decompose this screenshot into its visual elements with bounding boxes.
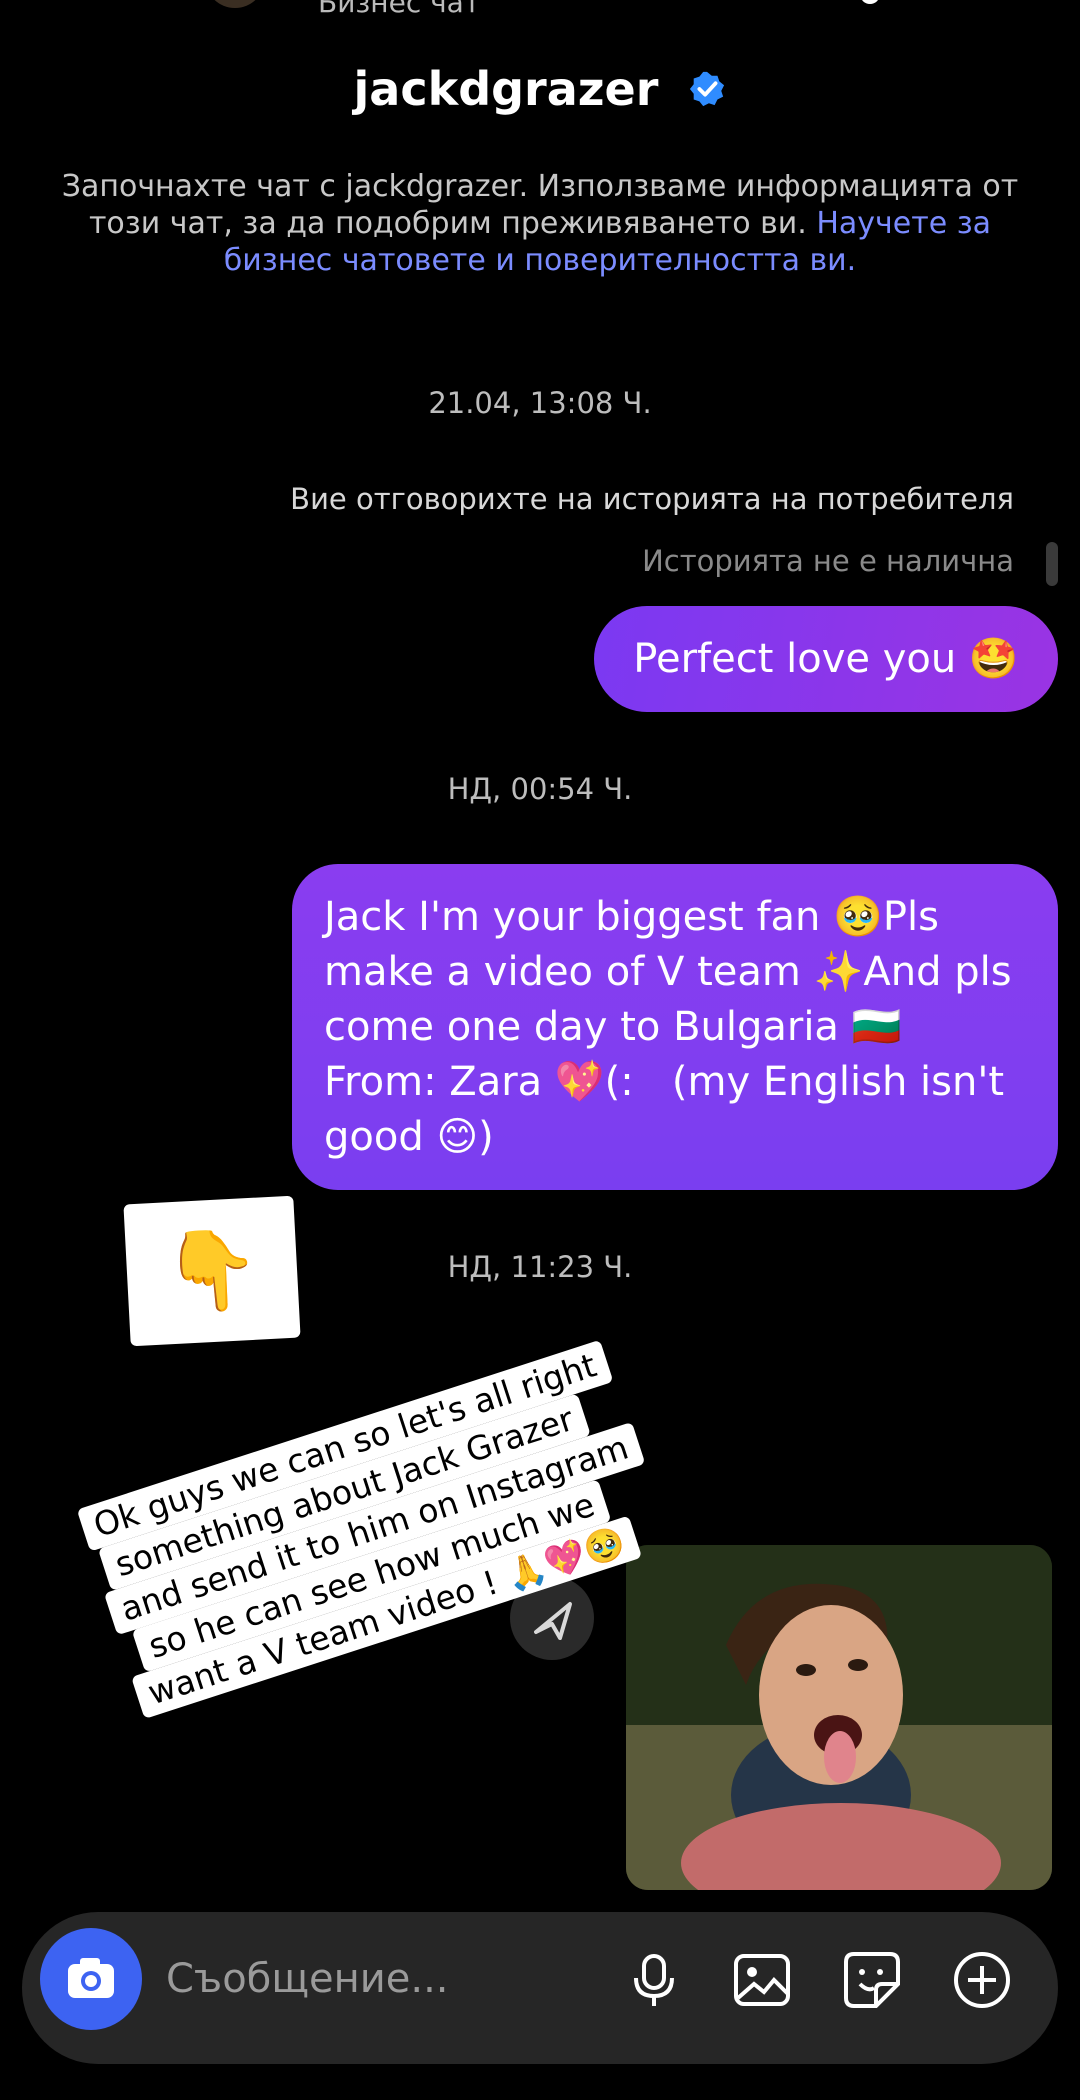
sticker-icon bbox=[844, 1952, 900, 2008]
business-chat-intro: Започнахте чат с jackdgrazer. Използваме… bbox=[40, 168, 1040, 279]
story-reply-bar bbox=[1046, 542, 1058, 586]
pointing-down-sticker: 👇 bbox=[123, 1195, 301, 1347]
gallery-button[interactable] bbox=[730, 1948, 794, 2012]
chat-username: jackdgrazer bbox=[353, 62, 659, 116]
sticker-button[interactable] bbox=[840, 1948, 904, 2012]
microphone-button[interactable] bbox=[622, 1948, 686, 2012]
message-input[interactable]: Съобщение... bbox=[166, 1956, 449, 2002]
camera-button[interactable] bbox=[40, 1928, 142, 2030]
top-avatar[interactable] bbox=[205, 0, 265, 8]
photo-boy-tongue-out bbox=[626, 1545, 1052, 1890]
more-button[interactable] bbox=[950, 1948, 1014, 2012]
chat-username-row[interactable]: jackdgrazer bbox=[0, 62, 1080, 116]
camera-icon bbox=[68, 1958, 114, 1998]
message-bubble-outgoing[interactable]: Perfect love you 🤩 bbox=[594, 606, 1058, 712]
plus-circle-icon bbox=[954, 1952, 1010, 2008]
timestamp: 21.04, 13:08 Ч. bbox=[428, 386, 652, 420]
story-unavailable-label: Историята не е налична bbox=[642, 544, 1014, 578]
gallery-icon bbox=[734, 1954, 790, 2006]
timestamp: НД, 00:54 Ч. bbox=[447, 772, 633, 806]
story-reply-note: Вие отговорихте на историята на потребит… bbox=[290, 482, 1014, 516]
top-menu-indicator[interactable] bbox=[860, 0, 880, 4]
shared-photo[interactable] bbox=[626, 1545, 1052, 1890]
chat-type-label: Бизнес чат bbox=[318, 0, 481, 19]
message-bubble-outgoing[interactable]: Jack I'm your biggest fan 🥹Pls make a vi… bbox=[292, 864, 1058, 1190]
text-sticker-overlay: Ok guys we can so let's all right someth… bbox=[76, 1339, 646, 1719]
microphone-icon bbox=[634, 1954, 674, 2006]
verified-badge-icon bbox=[690, 71, 725, 107]
